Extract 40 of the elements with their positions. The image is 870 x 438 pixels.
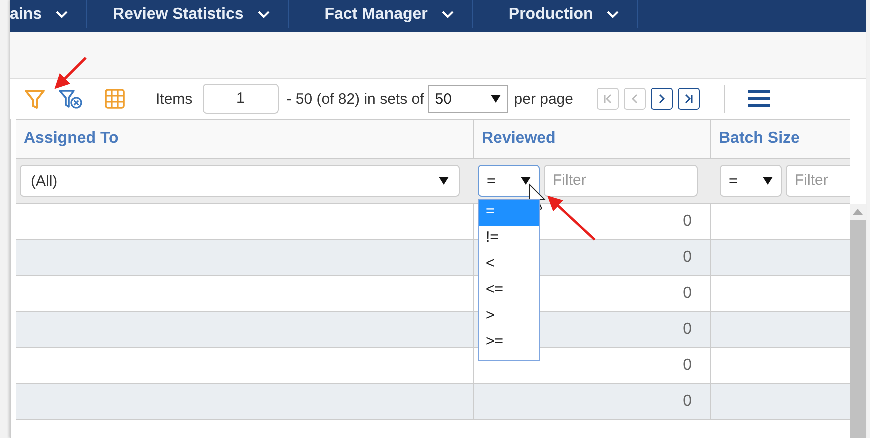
- filter-select[interactable]: (All): [20, 165, 460, 197]
- annotation-arrow: [548, 196, 596, 241]
- chevron-icon: [442, 10, 454, 18]
- operator-option[interactable]: <: [479, 252, 539, 278]
- operator-option[interactable]: >: [479, 304, 539, 330]
- filter-icon[interactable]: [24, 88, 46, 110]
- column-header[interactable]: Reviewed: [474, 120, 711, 158]
- page-size-select[interactable]: 50: [428, 85, 508, 113]
- next-page-button[interactable]: [651, 88, 674, 110]
- items-label: Items: [156, 90, 193, 108]
- grid-icon[interactable]: [104, 88, 126, 110]
- menu-icon[interactable]: [747, 89, 772, 109]
- dropdown-arrow-icon: [491, 95, 502, 103]
- annotation-arrow: [54, 57, 87, 90]
- column-header[interactable]: Batch Size: [711, 120, 850, 158]
- last-page-icon: [683, 93, 696, 105]
- operator-option[interactable]: <=: [479, 278, 539, 304]
- clear-filter-icon[interactable]: [59, 88, 83, 110]
- chevron-icon: [258, 10, 270, 18]
- last-page-button[interactable]: [678, 88, 700, 110]
- dropdown-arrow-icon: [763, 177, 773, 185]
- nav-menu-item[interactable]: Production: [472, 0, 638, 28]
- nav-menu-item[interactable]: ains: [10, 0, 88, 28]
- page-input[interactable]: 1: [202, 84, 279, 114]
- nav-menu-item[interactable]: Fact Manager: [288, 0, 473, 28]
- table-cell: 0: [474, 384, 711, 419]
- scroll-up-icon[interactable]: [853, 209, 863, 215]
- chevron-icon: [56, 10, 68, 18]
- first-page-icon: [602, 93, 614, 105]
- nav-menu-item[interactable]: Review Statistics: [87, 0, 289, 28]
- dropdown-arrow-icon: [521, 177, 531, 185]
- table-cell: 0: [474, 348, 711, 383]
- dropdown-arrow-icon: [439, 177, 449, 185]
- operator-select[interactable]: =: [478, 165, 540, 197]
- per-page-label: per page: [514, 90, 574, 108]
- operator-select[interactable]: =: [720, 165, 782, 197]
- range-text: - 50 (of 82) in sets of: [286, 90, 424, 108]
- column-header[interactable]: Assigned To: [16, 120, 474, 158]
- chevron-icon: [607, 10, 620, 18]
- scrollbar[interactable]: [850, 204, 866, 438]
